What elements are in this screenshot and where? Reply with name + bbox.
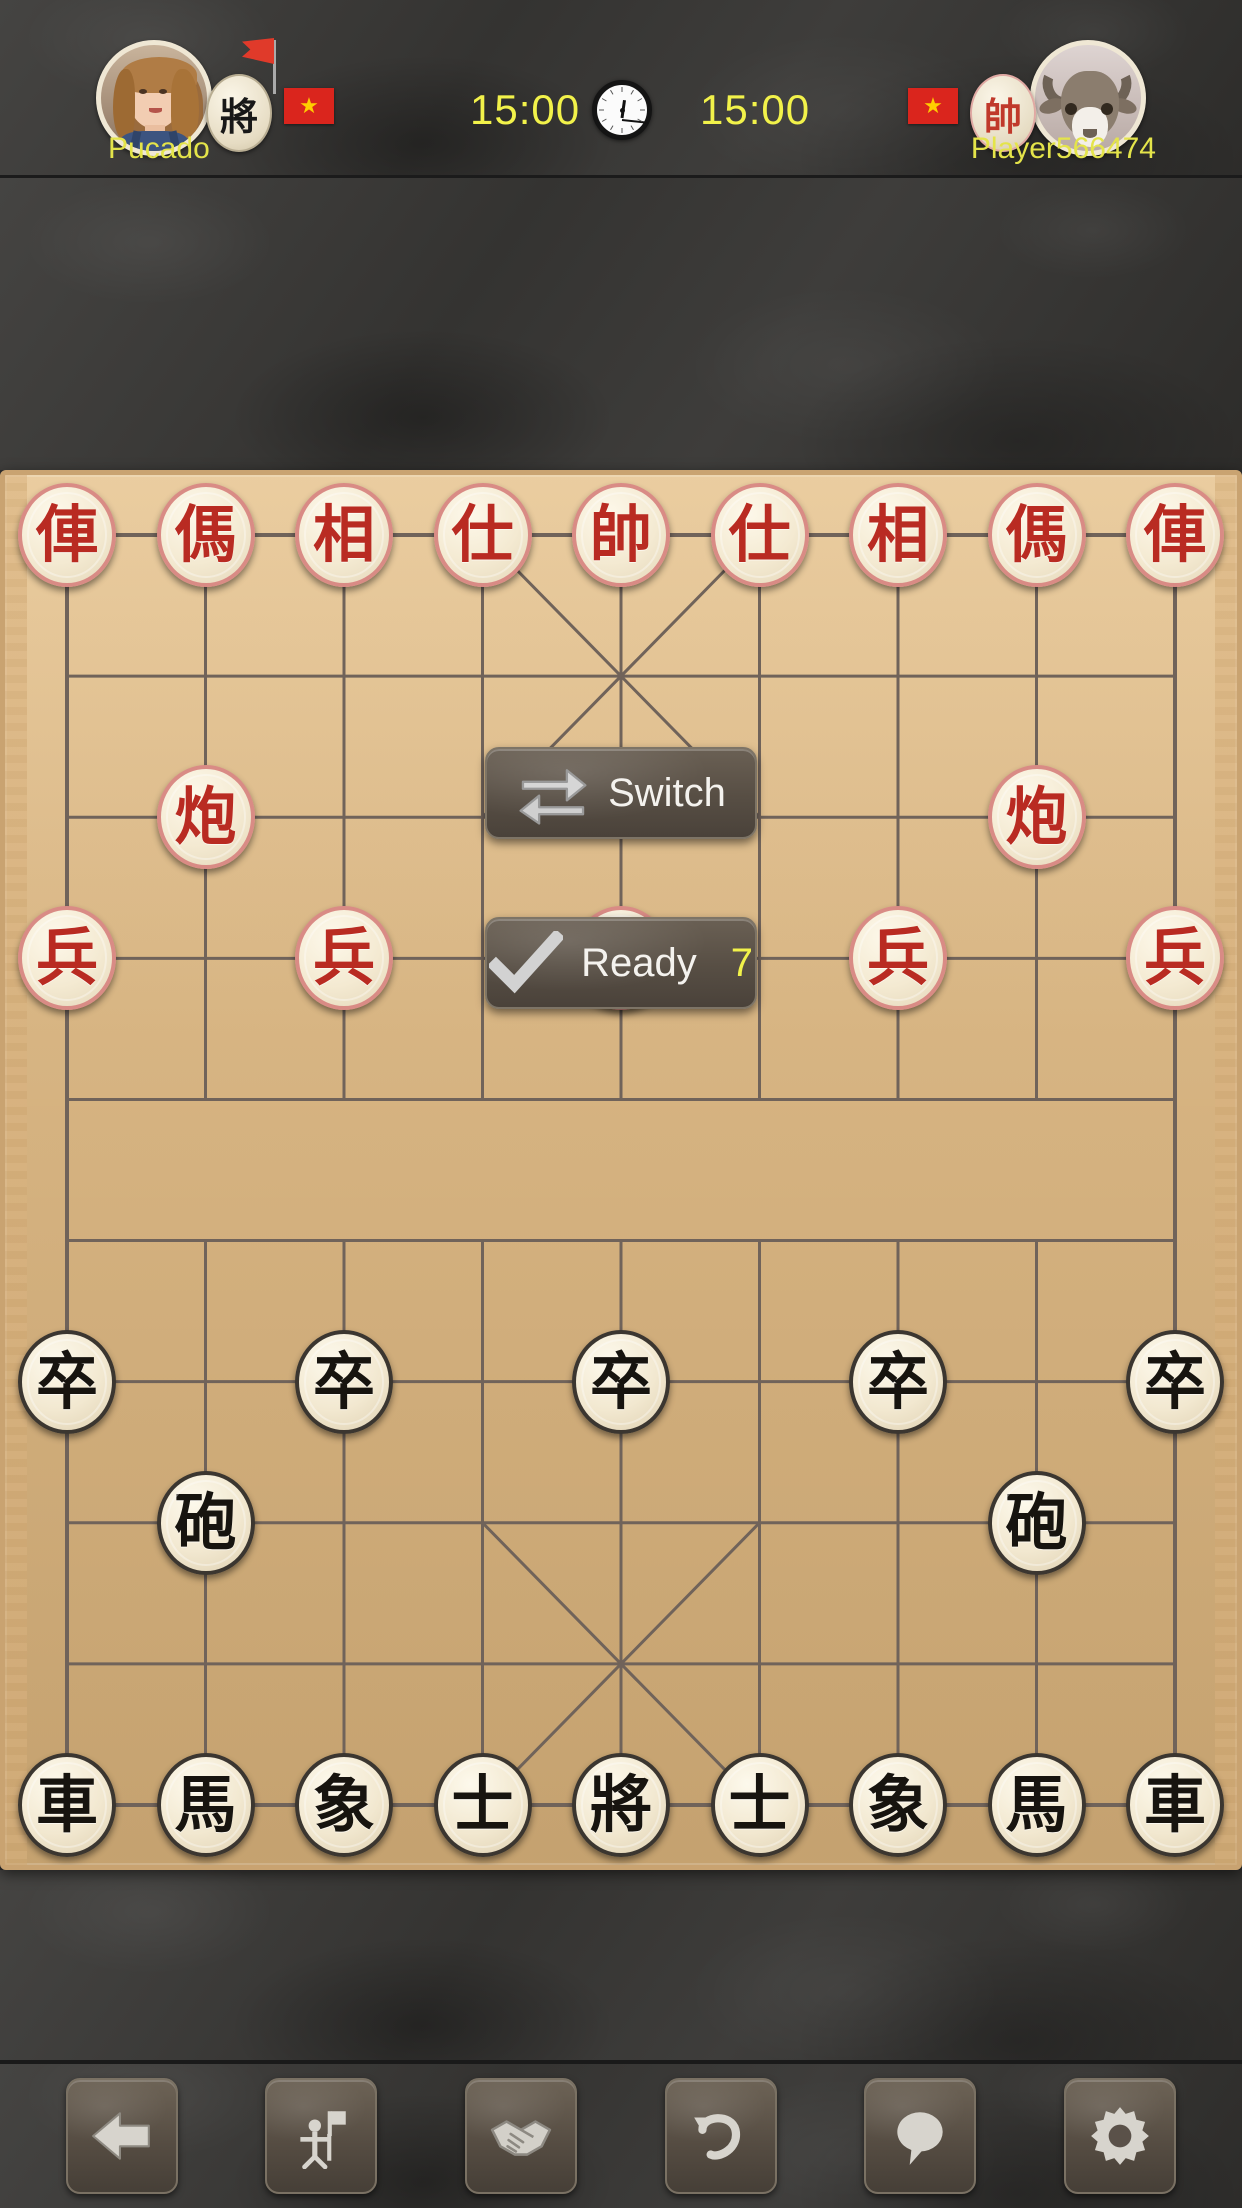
right-player-panel[interactable]: 帥 ★ Player566474	[676, 0, 1156, 175]
board-piece[interactable]: 相	[295, 483, 393, 587]
switch-button[interactable]: Switch	[485, 747, 757, 839]
handshake-icon	[490, 2120, 552, 2156]
flag-cloth	[242, 38, 274, 64]
board-piece[interactable]: 俥	[1126, 483, 1224, 587]
board-piece[interactable]: 卒	[18, 1329, 116, 1434]
clock-icon	[592, 80, 652, 140]
resign-button[interactable]	[265, 2078, 378, 2194]
ready-button[interactable]: Ready 7	[485, 917, 757, 1009]
board-piece[interactable]: 兵	[849, 906, 947, 1011]
board-piece[interactable]: 帥	[572, 483, 670, 587]
clock-tick	[621, 128, 623, 133]
board-piece[interactable]: 俥	[18, 483, 116, 587]
bottom-toolbar	[0, 2060, 1242, 2208]
board-piece[interactable]: 車	[18, 1753, 116, 1857]
undo-arrow-icon	[693, 2114, 740, 2160]
board-grid	[65, 533, 1177, 1807]
board-piece[interactable]: 士	[710, 1753, 809, 1857]
board-piece[interactable]: 士	[433, 1753, 532, 1857]
clock-tick	[601, 118, 607, 122]
board-piece[interactable]: 卒	[295, 1329, 393, 1434]
resign-flag-person-icon	[300, 2111, 347, 2169]
board-piece[interactable]: 兵	[1126, 906, 1224, 1011]
board-piece[interactable]: 砲	[156, 1470, 255, 1575]
board-piece[interactable]: 象	[849, 1753, 947, 1857]
back-button[interactable]	[65, 2078, 178, 2194]
board-piece[interactable]: 兵	[18, 906, 116, 1011]
gear-icon	[1091, 2107, 1149, 2165]
swap-arrows-icon	[516, 761, 590, 825]
left-player-country-flag: ★	[284, 88, 334, 124]
clock-tick	[610, 125, 614, 131]
left-player-name: Pucado	[108, 132, 210, 165]
board-piece[interactable]: 車	[1126, 1753, 1224, 1857]
back-arrow-icon	[91, 2112, 150, 2160]
clock-minute-hand	[621, 119, 648, 124]
avatar-eye-right	[159, 89, 167, 94]
upper-background	[0, 178, 1242, 470]
avatar-hair-left	[113, 69, 135, 139]
lower-background	[0, 1870, 1242, 2060]
ready-label: Ready	[581, 940, 697, 985]
clock-pivot	[620, 108, 625, 113]
clock-tick	[630, 125, 634, 131]
board-piece[interactable]: 仕	[433, 483, 532, 587]
clock-tick	[601, 98, 607, 102]
avatar-mouth	[149, 108, 162, 113]
board-piece[interactable]: 卒	[1126, 1329, 1224, 1434]
clock-tick	[630, 89, 634, 95]
switch-label: Switch	[608, 770, 726, 815]
board-piece[interactable]: 相	[849, 483, 947, 587]
board-piece[interactable]: 傌	[987, 483, 1086, 587]
board-area[interactable]: 俥傌相仕帥仕相傌俥炮炮兵兵兵兵兵卒卒卒卒卒砲砲車馬象士將士象馬車 Switch …	[0, 470, 1242, 1870]
board-piece[interactable]: 象	[295, 1753, 393, 1857]
board-piece[interactable]: 傌	[156, 483, 255, 587]
board-piece[interactable]: 炮	[156, 765, 255, 870]
clock-tick	[610, 89, 614, 95]
clock-tick	[599, 109, 604, 111]
board-piece[interactable]: 卒	[849, 1329, 947, 1434]
clock-tick	[637, 98, 643, 102]
board-piece[interactable]: 馬	[987, 1753, 1086, 1857]
ready-countdown: 7	[730, 940, 753, 985]
right-player-country-flag: ★	[908, 88, 958, 124]
board-piece[interactable]: 炮	[987, 765, 1086, 870]
board-piece[interactable]: 兵	[295, 906, 393, 1011]
draw-button[interactable]	[465, 2078, 578, 2194]
clock-tick	[640, 109, 645, 111]
right-player-name: Player566474	[970, 132, 1156, 165]
board-piece[interactable]: 將	[572, 1753, 670, 1857]
board-piece[interactable]: 卒	[572, 1329, 670, 1434]
avatar-eye-left	[139, 89, 147, 94]
board-piece[interactable]: 砲	[987, 1470, 1086, 1575]
board-piece[interactable]: 馬	[156, 1753, 255, 1857]
speech-bubble-icon	[897, 2112, 944, 2165]
chat-button[interactable]	[864, 2078, 977, 2194]
clock-tick	[621, 87, 623, 92]
header-bar: 15:00 15:00 將 ★ Pucado 帥 ★ Player566474	[0, 0, 1242, 178]
left-player-panel[interactable]: 將 ★ Pucado	[86, 0, 566, 175]
avatar-eye-right	[1101, 103, 1113, 115]
undo-button[interactable]	[664, 2078, 777, 2194]
check-icon	[489, 930, 564, 995]
board-piece[interactable]: 仕	[710, 483, 809, 587]
xiangqi-board[interactable]: 俥傌相仕帥仕相傌俥炮炮兵兵兵兵兵卒卒卒卒卒砲砲車馬象士將士象馬車 Switch …	[0, 470, 1242, 1870]
settings-button[interactable]	[1064, 2078, 1177, 2194]
avatar-eye-left	[1065, 103, 1077, 115]
